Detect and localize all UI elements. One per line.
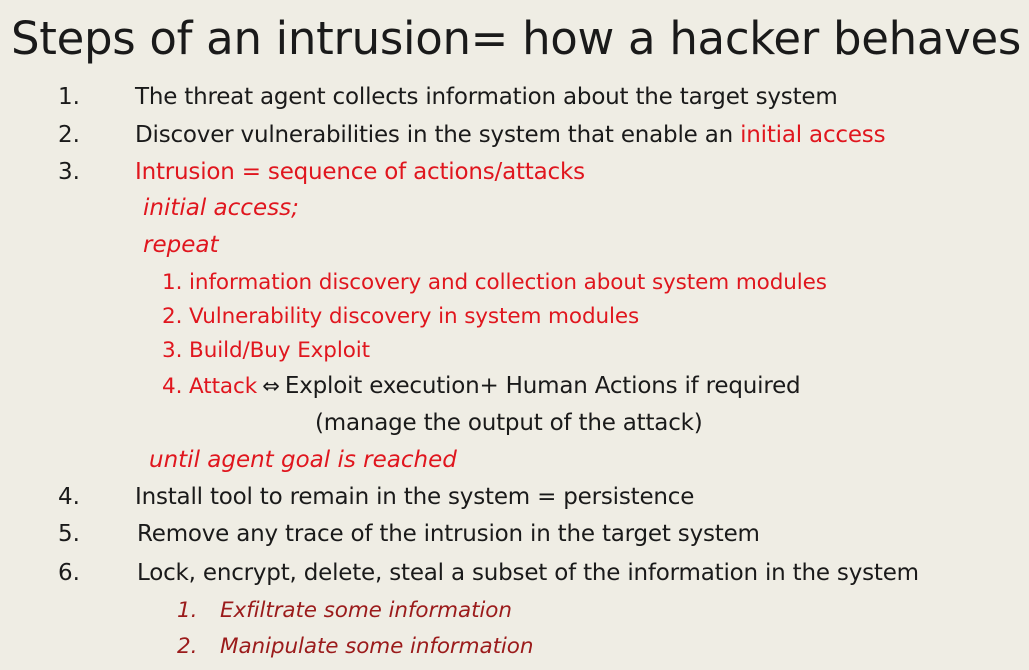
step-number: 4. bbox=[58, 484, 80, 510]
step-text-container: Discover vulnerabilities in the system t… bbox=[135, 122, 886, 148]
attack-label: 4. Attack bbox=[162, 374, 258, 399]
loop-until: until agent goal is reached bbox=[149, 447, 457, 473]
step-text: Intrusion = sequence of actions/attacks bbox=[135, 159, 585, 185]
substep-number: 1. bbox=[177, 598, 198, 623]
step-highlight: initial access bbox=[740, 122, 886, 148]
double-arrow-icon: ⇔ bbox=[262, 374, 280, 398]
step-text: The threat agent collects information ab… bbox=[135, 84, 838, 110]
loop-item: 3. Build/Buy Exploit bbox=[162, 338, 370, 363]
step-number: 2. bbox=[58, 122, 80, 148]
step-text: Install tool to remain in the system = p… bbox=[135, 484, 695, 510]
substep-text: Manipulate some information bbox=[220, 634, 534, 659]
step-text: Remove any trace of the intrusion in the… bbox=[137, 521, 760, 547]
step-number: 5. bbox=[58, 521, 80, 547]
step-text: Discover vulnerabilities in the system t… bbox=[135, 122, 741, 148]
substep-text: Exfiltrate some information bbox=[220, 598, 512, 623]
attack-note: (manage the output of the attack) bbox=[315, 410, 703, 436]
loop-item: 1. information discovery and collection … bbox=[162, 270, 827, 295]
attack-description: Exploit execution+ Human Actions if requ… bbox=[284, 373, 801, 399]
step-number: 6. bbox=[58, 560, 80, 586]
loop-repeat: repeat bbox=[143, 232, 219, 258]
loop-item: 2. Vulnerability discovery in system mod… bbox=[162, 304, 640, 329]
substep-number: 2. bbox=[177, 634, 198, 659]
loop-initial: initial access; bbox=[143, 195, 299, 221]
attack-line: 4. Attack ⇔ Exploit execution+ Human Act… bbox=[162, 373, 801, 399]
step-number: 1. bbox=[58, 84, 80, 110]
step-number: 3. bbox=[58, 159, 80, 185]
step-text: Lock, encrypt, delete, steal a subset of… bbox=[137, 560, 919, 586]
slide-title: Steps of an intrusion= how a hacker beha… bbox=[11, 12, 1022, 65]
